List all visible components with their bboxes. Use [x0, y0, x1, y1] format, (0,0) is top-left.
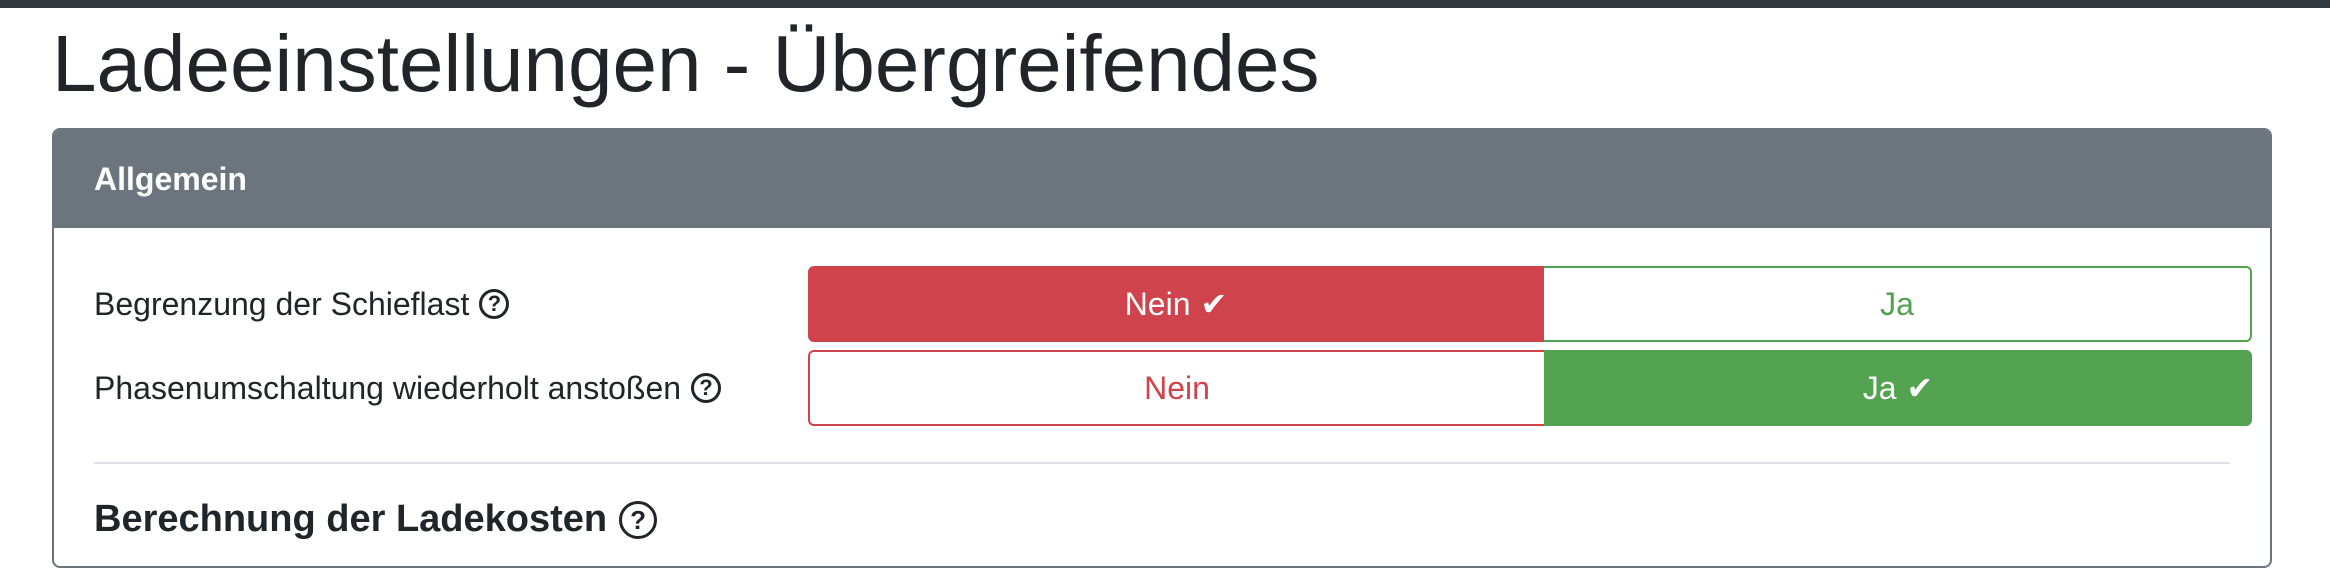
option-label: Ja [1880, 285, 1914, 322]
option-ja-button[interactable]: Ja ✔ [1544, 350, 2252, 426]
section-title: Berechnung der Ladekosten ? [94, 498, 658, 541]
option-nein-button[interactable]: Nein ✔ [808, 266, 1544, 342]
help-icon[interactable]: ? [619, 500, 658, 539]
top-bar [0, 0, 2330, 8]
option-ja-button[interactable]: Ja [1544, 266, 2252, 342]
setting-row-schieflast: Begrenzung der Schieflast ? Nein ✔ Ja [94, 266, 2270, 342]
help-icon[interactable]: ? [691, 373, 722, 403]
toggle-group: Nein ✔ Ja [808, 266, 2252, 342]
check-icon: ✔ [1906, 370, 1934, 406]
divider [94, 462, 2230, 464]
check-icon: ✔ [1200, 286, 1228, 322]
option-label: Nein [1144, 369, 1210, 406]
option-label: Ja [1862, 369, 1897, 406]
setting-label: Begrenzung der Schieflast ? [94, 266, 510, 342]
page-title: Ladeeinstellungen - Übergreifendes [52, 19, 1320, 108]
section-title-text: Berechnung der Ladekosten [94, 498, 608, 540]
setting-label-text: Phasenumschaltung wiederholt anstoßen [94, 369, 682, 406]
card-header: Allgemein [54, 130, 2270, 228]
setting-label-text: Begrenzung der Schieflast [94, 285, 470, 322]
help-icon[interactable]: ? [479, 289, 510, 319]
setting-label: Phasenumschaltung wiederholt anstoßen ? [94, 350, 722, 426]
toggle-group: Nein Ja ✔ [808, 350, 2252, 426]
setting-row-phasenumschaltung: Phasenumschaltung wiederholt anstoßen ? … [94, 350, 2270, 426]
option-label: Nein [1124, 285, 1191, 322]
option-nein-button[interactable]: Nein [808, 350, 1544, 426]
settings-card: Allgemein Begrenzung der Schieflast ? Ne… [52, 128, 2272, 568]
